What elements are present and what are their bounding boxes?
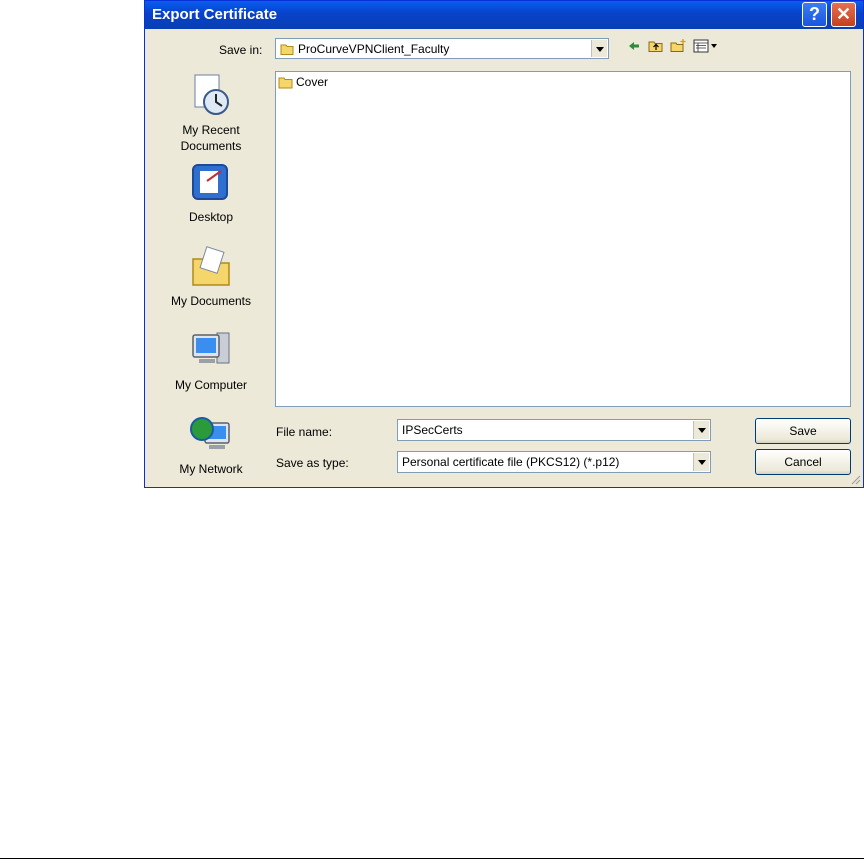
window-title: Export Certificate [152, 6, 278, 23]
view-menu-icon[interactable] [693, 39, 723, 53]
file-name-label: File name: [276, 425, 333, 439]
export-certificate-dialog: Export Certificate ? ✕ Save in: ProCurve… [144, 0, 864, 488]
place-label: My Computer [174, 378, 248, 392]
cancel-button[interactable]: Cancel [755, 449, 851, 475]
save-in-value: ProCurveVPNClient_Faculty [298, 42, 450, 56]
place-my-recent-documents[interactable]: My Recent Documents [163, 73, 259, 154]
place-my-computer[interactable]: My Computer [163, 329, 259, 392]
file-list[interactable]: Cover [275, 71, 851, 407]
place-my-documents[interactable]: My Documents [163, 245, 259, 308]
file-name-text: Cover [296, 75, 329, 89]
up-folder-icon[interactable] [648, 39, 664, 53]
place-desktop[interactable]: Desktop [163, 161, 259, 224]
place-my-network[interactable]: My Network [163, 413, 259, 476]
chevron-down-icon[interactable] [591, 40, 607, 57]
folder-icon [278, 77, 293, 88]
my-network-icon [190, 417, 230, 449]
recent-documents-icon [194, 74, 229, 115]
resize-grip-icon[interactable] [849, 473, 861, 485]
place-label: Desktop [188, 210, 234, 224]
close-button[interactable]: ✕ [831, 2, 856, 27]
save-in-label: Save in: [219, 43, 263, 57]
title-bar[interactable]: Export Certificate ? ✕ [145, 1, 863, 29]
save-in-dropdown[interactable]: ProCurveVPNClient_Faculty [275, 38, 609, 59]
my-documents-icon [192, 246, 230, 286]
place-label: My Network [179, 462, 243, 476]
save-as-type-value: Personal certificate file (PKCS12) (*.p1… [402, 455, 620, 469]
back-arrow-icon[interactable] [627, 39, 641, 53]
place-label: My Documents [170, 294, 252, 308]
save-as-type-dropdown[interactable]: Personal certificate file (PKCS12) (*.p1… [397, 451, 711, 473]
file-name-input[interactable]: IPSecCerts [397, 419, 711, 441]
place-label: My Recent Documents [180, 123, 242, 153]
my-computer-icon [192, 332, 230, 364]
save-as-type-label: Save as type: [276, 456, 349, 470]
list-item[interactable]: Cover [278, 75, 328, 89]
save-button[interactable]: Save [755, 418, 851, 444]
chevron-down-icon[interactable] [693, 453, 709, 471]
file-name-value: IPSecCerts [402, 423, 463, 437]
desktop-icon [192, 164, 228, 200]
new-folder-icon[interactable] [670, 39, 686, 53]
page-divider [0, 858, 864, 859]
chevron-down-icon[interactable] [693, 421, 709, 439]
help-button[interactable]: ? [802, 2, 827, 27]
folder-icon [280, 44, 294, 55]
